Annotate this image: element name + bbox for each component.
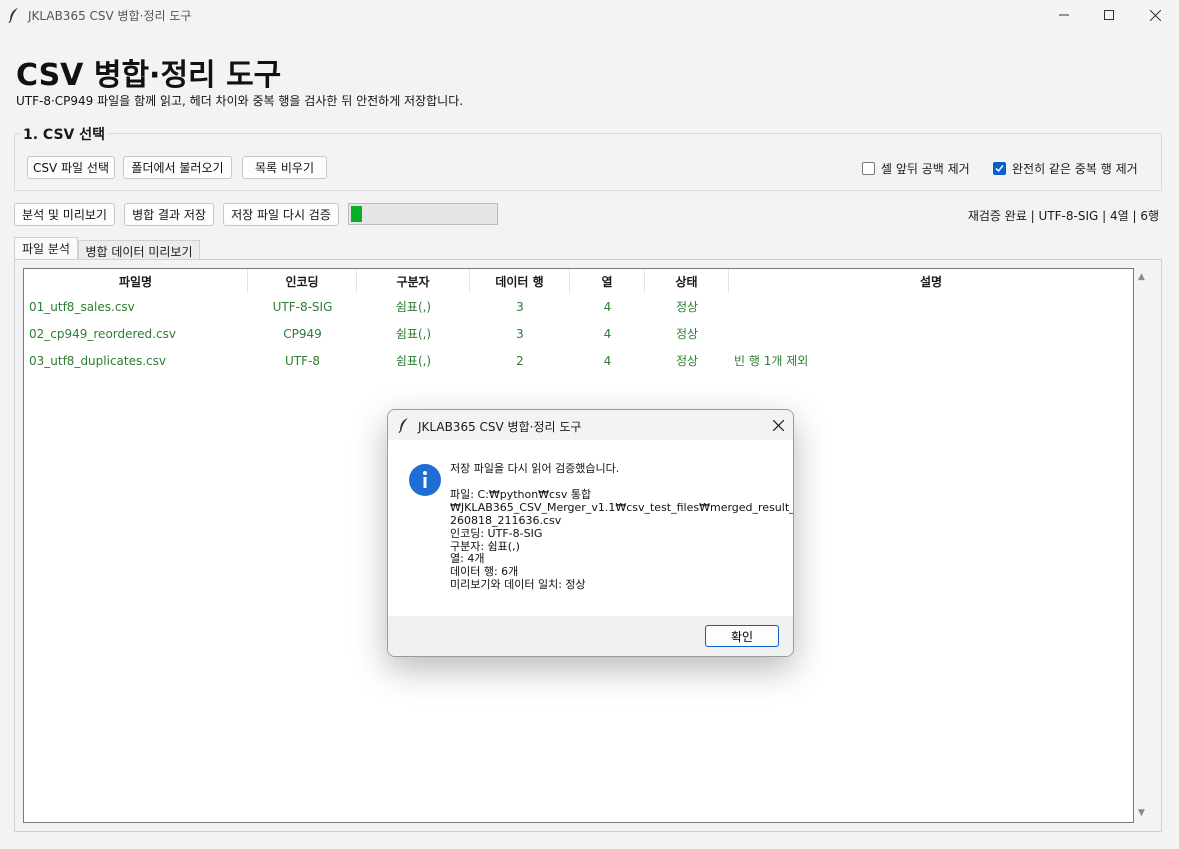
remove-duplicates-label: 완전히 같은 중복 행 제거 xyxy=(1012,162,1138,176)
cell-columns: 4 xyxy=(603,326,612,341)
dialog-close-button[interactable] xyxy=(769,416,787,434)
select-csv-button[interactable]: CSV 파일 선택 xyxy=(27,156,115,179)
info-icon xyxy=(409,464,441,496)
cell-status: 정상 xyxy=(675,300,699,314)
vertical-scrollbar[interactable]: ▲ ▼ xyxy=(1134,268,1151,823)
window-title: JKLAB365 CSV 병합·정리 도구 xyxy=(28,9,192,23)
checkbox-box-checked[interactable] xyxy=(993,162,1006,175)
save-merged-button[interactable]: 병합 결과 저장 xyxy=(124,203,214,226)
cell-status: 정상 xyxy=(675,327,699,341)
dialog-delimiter-line: 구분자: 쉼표(,) xyxy=(450,539,520,553)
feather-icon xyxy=(398,418,408,433)
cell-columns: 4 xyxy=(603,353,612,368)
cell-delimiter: 쉼표(,) xyxy=(395,300,432,314)
cell-description xyxy=(729,293,1133,320)
status-text: 재검증 완료 | UTF-8-SIG | 4열 | 6행 xyxy=(967,209,1159,223)
dialog-titlebar: JKLAB365 CSV 병합·정리 도구 xyxy=(388,410,793,440)
table-header: 파일명 인코딩 구분자 데이터 행 열 상태 설명 xyxy=(24,269,1133,293)
section-label: 1. CSV 선택 xyxy=(20,124,109,144)
table-row[interactable]: 02_cp949_reordered.csv CP949 쉼표(,) 3 4 정… xyxy=(24,320,1133,347)
column-header[interactable]: 데이터 행 xyxy=(470,269,570,293)
remove-duplicates-checkbox[interactable]: 완전히 같은 중복 행 제거 xyxy=(993,160,1138,177)
dialog-match-line: 미리보기와 데이터 일치: 정상 xyxy=(450,578,586,592)
analyze-preview-button[interactable]: 분석 및 미리보기 xyxy=(14,203,115,226)
maximize-icon xyxy=(1104,10,1114,20)
reverify-button[interactable]: 저장 파일 다시 검증 xyxy=(223,203,339,226)
dialog-file-line: 260818_211636.csv xyxy=(450,513,562,527)
cell-filename: 01_utf8_sales.csv xyxy=(29,299,135,314)
checkbox-box[interactable] xyxy=(862,162,875,175)
cell-data-rows: 3 xyxy=(516,326,524,341)
tab-file-analysis[interactable]: 파일 분석 xyxy=(14,237,78,259)
dialog-message: 저장 파일을 다시 읽어 검증했습니다. 파일: C:₩python₩csv 통… xyxy=(450,462,794,592)
cell-columns: 4 xyxy=(603,299,612,314)
ok-button[interactable]: 확인 xyxy=(705,625,779,647)
dialog-encoding-line: 인코딩: UTF-8-SIG xyxy=(450,526,543,540)
info-dialog: JKLAB365 CSV 병합·정리 도구 저장 파일을 다시 읽어 검증했습니… xyxy=(387,409,794,657)
trim-spaces-label: 셀 앞뒤 공백 제거 xyxy=(881,162,970,176)
dialog-title: JKLAB365 CSV 병합·정리 도구 xyxy=(418,420,582,434)
maximize-button[interactable] xyxy=(1086,0,1132,30)
close-icon xyxy=(772,419,784,431)
trim-spaces-checkbox[interactable]: 셀 앞뒤 공백 제거 xyxy=(862,160,970,177)
cell-data-rows: 2 xyxy=(516,353,524,368)
cell-data-rows: 3 xyxy=(516,299,524,314)
window-titlebar: JKLAB365 CSV 병합·정리 도구 xyxy=(0,0,1179,30)
cell-description xyxy=(729,320,1133,347)
table-row[interactable]: 01_utf8_sales.csv UTF-8-SIG 쉼표(,) 3 4 정상 xyxy=(24,293,1133,320)
cell-encoding: CP949 xyxy=(283,326,322,341)
minimize-icon xyxy=(1059,14,1069,16)
column-header[interactable]: 설명 xyxy=(729,269,1133,293)
cell-description: 빈 행 1개 제외 xyxy=(734,354,809,368)
page-subtitle: UTF-8·CP949 파일을 함께 읽고, 헤더 차이와 중복 행을 검사한 … xyxy=(16,94,464,108)
scroll-down-icon[interactable]: ▼ xyxy=(1138,808,1145,818)
close-icon xyxy=(1149,9,1161,21)
cell-encoding: UTF-8 xyxy=(285,353,320,368)
column-header[interactable]: 파일명 xyxy=(24,269,248,293)
cell-filename: 03_utf8_duplicates.csv xyxy=(29,353,167,368)
page-title: CSV 병합·정리 도구 xyxy=(16,58,282,93)
clear-list-button[interactable]: 목록 비우기 xyxy=(242,156,327,179)
cell-filename: 02_cp949_reordered.csv xyxy=(29,326,176,341)
column-header[interactable]: 구분자 xyxy=(357,269,470,293)
progress-bar xyxy=(348,203,498,225)
minimize-button[interactable] xyxy=(1041,0,1087,30)
dialog-file-line: ₩JKLAB365_CSV_Merger_v1.1₩csv_test_files… xyxy=(450,500,794,514)
cell-encoding: UTF-8-SIG xyxy=(272,299,333,314)
dialog-footer: 확인 xyxy=(388,616,793,656)
cell-delimiter: 쉼표(,) xyxy=(395,354,432,368)
column-header[interactable]: 열 xyxy=(570,269,645,293)
dialog-file-line: 파일: C:₩python₩csv 통합 xyxy=(450,487,592,501)
load-folder-button[interactable]: 폴더에서 불러오기 xyxy=(123,156,232,179)
table-row[interactable]: 03_utf8_duplicates.csv UTF-8 쉼표(,) 2 4 정… xyxy=(24,347,1133,374)
cell-delimiter: 쉼표(,) xyxy=(395,327,432,341)
scroll-up-icon[interactable]: ▲ xyxy=(1138,272,1145,282)
progress-fill xyxy=(349,204,364,224)
column-header[interactable]: 상태 xyxy=(645,269,729,293)
feather-icon xyxy=(8,8,18,23)
dialog-heading: 저장 파일을 다시 읽어 검증했습니다. xyxy=(450,462,620,475)
check-icon xyxy=(995,165,1004,173)
close-window-button[interactable] xyxy=(1132,0,1178,30)
column-header[interactable]: 인코딩 xyxy=(248,269,357,293)
cell-status: 정상 xyxy=(675,354,699,368)
